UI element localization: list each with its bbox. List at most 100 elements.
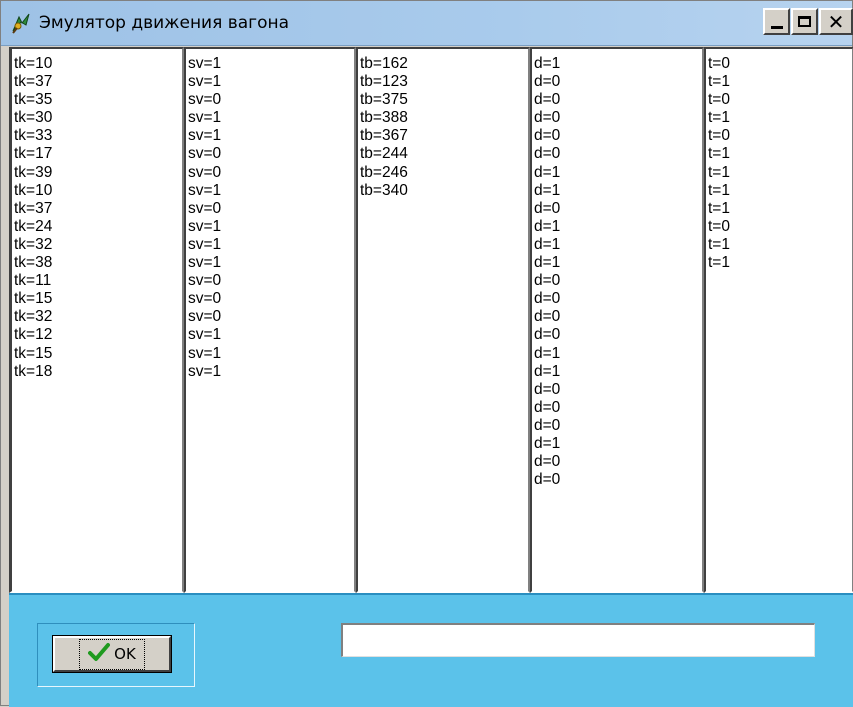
- tb-list-item[interactable]: tb=123: [360, 73, 528, 91]
- tk-list-item[interactable]: tk=15: [14, 345, 182, 363]
- sv-list-item[interactable]: sv=1: [188, 109, 354, 127]
- t-list-item[interactable]: t=0: [708, 91, 852, 109]
- d-list-item[interactable]: d=0: [534, 453, 702, 471]
- d-list-item[interactable]: d=0: [534, 272, 702, 290]
- tb-list-item[interactable]: tb=340: [360, 182, 528, 200]
- close-button[interactable]: ✕: [819, 8, 853, 35]
- tk-list-item[interactable]: tk=37: [14, 200, 182, 218]
- d-list-item[interactable]: d=1: [534, 345, 702, 363]
- tk-list-item[interactable]: tk=37: [14, 73, 182, 91]
- d-list-item[interactable]: d=0: [534, 417, 702, 435]
- t-list-item[interactable]: t=0: [708, 218, 852, 236]
- tk-list-item[interactable]: tk=32: [14, 308, 182, 326]
- sv-list-item[interactable]: sv=0: [188, 145, 354, 163]
- app-window: Эмулятор движения вагона ✕ tk=10 tk=37 tk=…: [0, 0, 853, 707]
- t-list-item[interactable]: t=1: [708, 145, 852, 163]
- d-list-item[interactable]: d=1: [534, 55, 702, 73]
- tb-list-item[interactable]: tb=367: [360, 127, 528, 145]
- sv-list-item[interactable]: sv=1: [188, 254, 354, 272]
- d-list-item[interactable]: d=0: [534, 381, 702, 399]
- tb-list-item[interactable]: tb=162: [360, 55, 528, 73]
- d-list-item[interactable]: d=1: [534, 182, 702, 200]
- sv-list-item[interactable]: sv=0: [188, 91, 354, 109]
- t-list-item[interactable]: t=1: [708, 73, 852, 91]
- tk-list-item[interactable]: tk=35: [14, 91, 182, 109]
- ok-button-frame: OK: [37, 623, 195, 687]
- t-list-item[interactable]: t=1: [708, 164, 852, 182]
- d-list-item[interactable]: d=1: [534, 236, 702, 254]
- tk-list-item[interactable]: tk=32: [14, 236, 182, 254]
- tb-list-item[interactable]: tb=246: [360, 164, 528, 182]
- d-list-item[interactable]: d=0: [534, 73, 702, 91]
- minimize-icon: [770, 26, 783, 29]
- sv-list-item[interactable]: sv=1: [188, 363, 354, 381]
- sv-list-item[interactable]: sv=1: [188, 182, 354, 200]
- d-list-item[interactable]: d=0: [534, 127, 702, 145]
- app-leaf-icon[interactable]: [9, 11, 33, 35]
- tk-list-item[interactable]: tk=10: [14, 182, 182, 200]
- tb-list-item[interactable]: tb=375: [360, 91, 528, 109]
- result-text-field[interactable]: [341, 623, 815, 657]
- tk-list-item[interactable]: tk=10: [14, 55, 182, 73]
- tk-list-item[interactable]: tk=11: [14, 272, 182, 290]
- t-listbox[interactable]: t=0 t=1 t=0 t=1 t=0 t=1 t=1 t=1 t=1 t=0 t=1 t=1: [704, 47, 853, 593]
- d-list-item[interactable]: d=1: [534, 164, 702, 182]
- d-list-item[interactable]: d=0: [534, 145, 702, 163]
- tk-list-item[interactable]: tk=17: [14, 145, 182, 163]
- maximize-button[interactable]: [791, 8, 818, 35]
- maximize-icon: [798, 16, 811, 27]
- d-list-item[interactable]: d=0: [534, 91, 702, 109]
- t-list-item[interactable]: t=1: [708, 109, 852, 127]
- tk-listbox[interactable]: tk=10 tk=37 tk=35 tk=30 tk=33 tk=17 tk=39 tk=10…: [9, 47, 184, 593]
- d-list-item[interactable]: d=0: [534, 109, 702, 127]
- t-list-item[interactable]: t=1: [708, 200, 852, 218]
- sv-list-item[interactable]: sv=1: [188, 73, 354, 91]
- tk-list-item[interactable]: tk=30: [14, 109, 182, 127]
- sv-list-item[interactable]: sv=1: [188, 55, 354, 73]
- d-list-item[interactable]: d=0: [534, 471, 702, 489]
- sv-list-item[interactable]: sv=1: [188, 326, 354, 344]
- tk-list-item[interactable]: tk=18: [14, 363, 182, 381]
- tk-list-item[interactable]: tk=15: [14, 290, 182, 308]
- d-list-item[interactable]: d=1: [534, 218, 702, 236]
- d-listbox[interactable]: d=1 d=0 d=0 d=0 d=0 d=0 d=1 d=1 d=0 d=1 d=1 d=1 d=0 d…: [530, 47, 704, 593]
- d-list-item[interactable]: d=0: [534, 290, 702, 308]
- sv-list-item[interactable]: sv=0: [188, 308, 354, 326]
- tk-list-item[interactable]: tk=24: [14, 218, 182, 236]
- list-panels: tk=10 tk=37 tk=35 tk=30 tk=33 tk=17 tk=39 tk=10…: [9, 47, 853, 593]
- sv-list-item[interactable]: sv=1: [188, 127, 354, 145]
- sv-list-item[interactable]: sv=0: [188, 164, 354, 182]
- sv-listbox[interactable]: sv=1 sv=1 sv=0 sv=1 sv=1 sv=0 sv=0 sv=1 sv=0 sv=1…: [184, 47, 356, 593]
- d-list-item[interactable]: d=0: [534, 308, 702, 326]
- checkmark-icon: [88, 642, 111, 667]
- t-list-item[interactable]: t=1: [708, 236, 852, 254]
- t-list-item[interactable]: t=1: [708, 254, 852, 272]
- d-list-item[interactable]: d=0: [534, 200, 702, 218]
- tk-list-item[interactable]: tk=33: [14, 127, 182, 145]
- window-title: Эмулятор движения вагона: [39, 13, 290, 33]
- ok-button[interactable]: OK: [52, 635, 172, 673]
- d-list-item[interactable]: d=0: [534, 399, 702, 417]
- d-list-item[interactable]: d=0: [534, 326, 702, 344]
- minimize-button[interactable]: [763, 8, 790, 35]
- t-list-item[interactable]: t=0: [708, 55, 852, 73]
- title-bar[interactable]: Эмулятор движения вагона ✕: [1, 1, 853, 46]
- tb-list-item[interactable]: tb=244: [360, 145, 528, 163]
- ok-button-focus: OK: [79, 638, 145, 670]
- d-list-item[interactable]: d=1: [534, 435, 702, 453]
- t-list-item[interactable]: t=0: [708, 127, 852, 145]
- tb-listbox[interactable]: tb=162 tb=123 tb=375 tb=388 tb=367 tb=244 tb=2…: [356, 47, 530, 593]
- sv-list-item[interactable]: sv=1: [188, 218, 354, 236]
- sv-list-item[interactable]: sv=1: [188, 236, 354, 254]
- t-list-item[interactable]: t=1: [708, 182, 852, 200]
- d-list-item[interactable]: d=1: [534, 363, 702, 381]
- sv-list-item[interactable]: sv=0: [188, 290, 354, 308]
- tk-list-item[interactable]: tk=12: [14, 326, 182, 344]
- tk-list-item[interactable]: tk=38: [14, 254, 182, 272]
- tb-list-item[interactable]: tb=388: [360, 109, 528, 127]
- tk-list-item[interactable]: tk=39: [14, 164, 182, 182]
- d-list-item[interactable]: d=1: [534, 254, 702, 272]
- sv-list-item[interactable]: sv=1: [188, 345, 354, 363]
- sv-list-item[interactable]: sv=0: [188, 272, 354, 290]
- sv-list-item[interactable]: sv=0: [188, 200, 354, 218]
